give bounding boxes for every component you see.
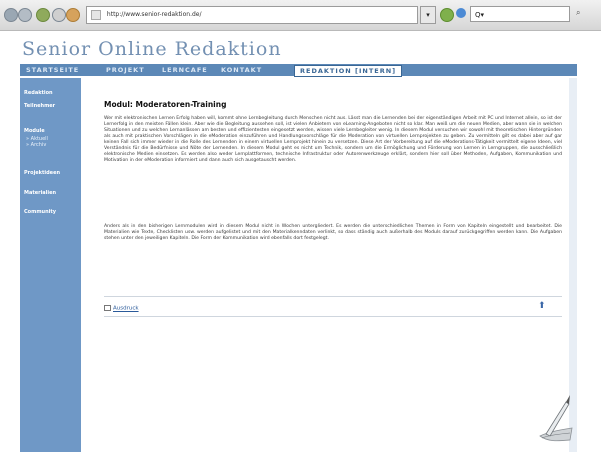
- sidebar-item-materialien[interactable]: Materialien: [24, 190, 56, 196]
- sidebar-item-redaktion[interactable]: Redaktion: [24, 90, 53, 96]
- main-nav: STARTSEITE PROJEKT LERNCAFE KONTAKT REDA…: [20, 64, 577, 77]
- address-bar[interactable]: http://www.senior-redaktion.de/: [86, 6, 418, 24]
- nav-kontakt[interactable]: KONTAKT: [221, 64, 262, 76]
- print-icon: [104, 305, 111, 311]
- url-text[interactable]: http://www.senior-redaktion.de/: [107, 11, 202, 18]
- divider: [104, 316, 562, 317]
- sidebar-item-community[interactable]: Community: [24, 209, 56, 215]
- page-icon: [91, 10, 101, 20]
- pen-illustration-icon: [539, 395, 573, 442]
- sidebar-item-teilnehmer[interactable]: Teilnehmer: [24, 103, 55, 109]
- sidebar-item-projektideen[interactable]: Projektideen: [24, 170, 60, 176]
- forward-icon[interactable]: [18, 8, 32, 22]
- nav-startseite[interactable]: STARTSEITE: [26, 64, 79, 76]
- sidebar-subitem-archiv[interactable]: » Archiv: [26, 142, 46, 148]
- reload-icon[interactable]: [36, 8, 50, 22]
- search-engine-icon[interactable]: [456, 8, 466, 18]
- sidebar-item-module[interactable]: Module: [24, 128, 45, 134]
- address-dropdown-icon[interactable]: ▾: [420, 6, 436, 24]
- article-paragraph-2: Anders als in den bisherigen Lernmodulen…: [104, 224, 562, 241]
- back-icon[interactable]: [4, 8, 18, 22]
- go-icon[interactable]: [440, 8, 454, 22]
- sidebar: Redaktion Teilnehmer Module » Aktuell » …: [20, 78, 81, 452]
- article-paragraph-1: Wer mit elektronischen Lernen Erfolg hab…: [104, 116, 562, 163]
- search-input[interactable]: Q▾: [470, 6, 570, 22]
- nav-projekt[interactable]: PROJEKT: [106, 64, 145, 76]
- article-title: Modul: Moderatoren-Training: [104, 100, 227, 109]
- nav-lerncafe[interactable]: LERNCAFE: [162, 64, 208, 76]
- browser-toolbar: http://www.senior-redaktion.de/ ▾ Q▾ ⌕: [0, 0, 601, 31]
- nav-redaktion-intern[interactable]: REDAKTION [INTERN]: [294, 65, 403, 77]
- stop-icon[interactable]: [52, 8, 66, 22]
- print-link[interactable]: Ausdruck: [104, 305, 139, 312]
- print-label[interactable]: Ausdruck: [113, 306, 139, 312]
- home-icon[interactable]: [66, 8, 80, 22]
- back-to-top-icon[interactable]: ⬆: [538, 302, 546, 311]
- search-icon[interactable]: ⌕: [576, 8, 586, 18]
- site-title: Senior Online Redaktion: [22, 38, 282, 60]
- divider: [104, 296, 562, 297]
